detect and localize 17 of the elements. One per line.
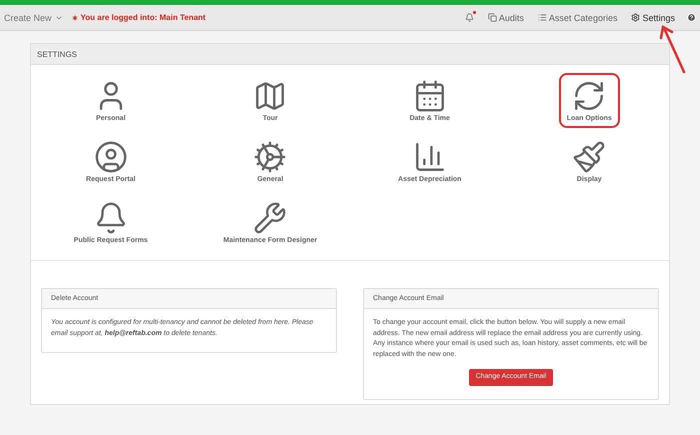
- bell-icon[interactable]: [464, 13, 474, 22]
- copy-icon: [488, 13, 497, 22]
- create-new-dropdown[interactable]: Create New: [4, 12, 63, 22]
- toolbar-link[interactable]: Audits: [498, 12, 524, 22]
- login-notice: You are logged into: Main Tenant: [80, 13, 206, 22]
- gears-icon: [253, 140, 288, 174]
- user-circle-icon: [94, 140, 128, 174]
- toolbar-link[interactable]: Asset Categories: [548, 12, 618, 22]
- annotation-arrow: [658, 24, 688, 74]
- paintbrush-icon: [572, 140, 606, 174]
- toolbar-link[interactable]: Settings: [642, 12, 675, 22]
- panel-title: SETTINGS: [31, 44, 669, 65]
- asterisk-icon: [70, 14, 79, 22]
- help-icon[interactable]: [687, 13, 696, 22]
- settings-icon: [631, 13, 640, 22]
- list-icon: [538, 13, 547, 22]
- wrench-icon: [253, 201, 288, 235]
